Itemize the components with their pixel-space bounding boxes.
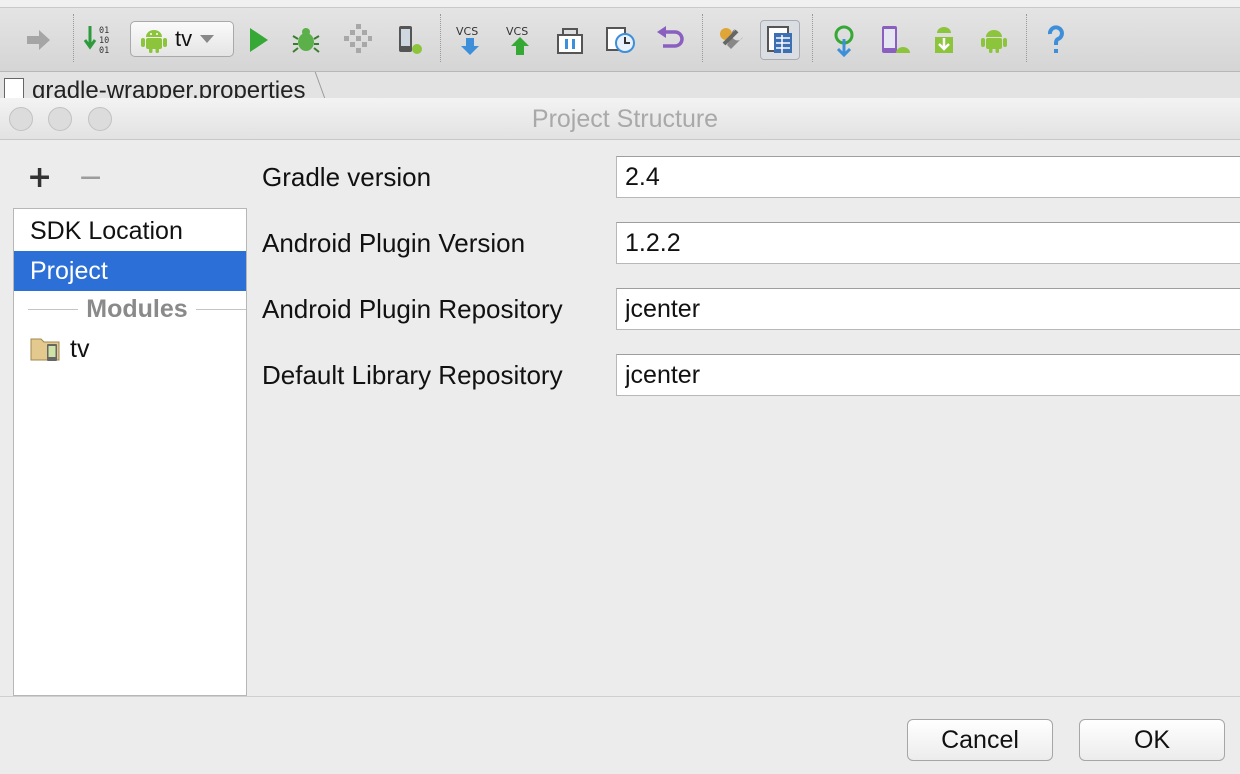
- editor-tab-label: gradle-wrapper.properties: [32, 77, 306, 98]
- svg-text:10: 10: [99, 36, 109, 46]
- toolbar-top-strip: [0, 0, 1240, 8]
- cancel-button[interactable]: Cancel: [907, 719, 1053, 761]
- history-clock-icon: [606, 27, 635, 53]
- default-library-repository-label: Default Library Repository: [262, 360, 563, 390]
- android-monitor-button[interactable]: [388, 20, 428, 60]
- avd-manager-button[interactable]: [874, 20, 914, 60]
- svg-text:VCS: VCS: [506, 25, 528, 38]
- gradle-version-label: Gradle version: [262, 162, 432, 192]
- module-label: tv: [70, 334, 90, 363]
- divider: [195, 308, 246, 310]
- toolbar-separator: [73, 14, 74, 62]
- gradle-version-field[interactable]: [616, 156, 1240, 198]
- device-icon: [399, 26, 422, 54]
- android-icon: [981, 30, 1007, 53]
- vcs-update-icon: VCS: [456, 25, 479, 55]
- module-item-tv[interactable]: tv: [30, 329, 89, 369]
- undo-arrow-icon: [657, 26, 684, 48]
- svg-text:01: 01: [99, 26, 109, 36]
- vcs-commit-button[interactable]: VCS: [500, 20, 540, 60]
- default-library-repository-field[interactable]: [616, 354, 1240, 396]
- wrench-icon: [720, 28, 743, 49]
- attach-debugger-button[interactable]: [336, 20, 376, 60]
- editor-tab-strip: gradle-wrapper.properties: [0, 72, 1240, 98]
- android-icon: [141, 30, 167, 53]
- binary-sync-button[interactable]: 01 10 01: [80, 20, 120, 60]
- help-button[interactable]: [1036, 20, 1076, 60]
- run-button[interactable]: [238, 20, 278, 60]
- settings-button[interactable]: [712, 20, 752, 60]
- run-play-icon: [250, 28, 268, 52]
- modules-section-header: Modules: [14, 291, 246, 327]
- android-plugin-version-field[interactable]: [616, 222, 1240, 264]
- gradle-sync-icon: [834, 25, 854, 57]
- editor-tab-gradle-wrapper[interactable]: gradle-wrapper.properties: [0, 72, 331, 98]
- android-plugin-repository-label: Android Plugin Repository: [262, 294, 563, 324]
- toolbar-separator: [1026, 14, 1027, 62]
- tab-edge: [302, 72, 331, 98]
- question-mark-icon: [1048, 25, 1064, 53]
- project-structure-button[interactable]: [760, 20, 800, 60]
- debug-button[interactable]: [286, 20, 326, 60]
- forward-button[interactable]: [18, 20, 58, 60]
- remove-module-button[interactable]: −: [78, 160, 103, 196]
- android-plugin-repository-field[interactable]: [616, 288, 1240, 330]
- binary-down-arrow-icon: 01 10 01: [83, 26, 109, 56]
- vcs-commit-icon: VCS: [506, 25, 529, 55]
- sdk-manager-button[interactable]: [924, 20, 964, 60]
- dialog-title: Project Structure: [531, 105, 719, 133]
- avd-device-icon: [882, 26, 910, 53]
- ide-toolbar: 01 10 01 tv VCS VCS: [0, 0, 1240, 72]
- toolbar-separator: [812, 14, 813, 62]
- chevron-down-icon: [200, 35, 215, 43]
- toolbar-separator: [702, 14, 703, 62]
- revert-button[interactable]: [650, 20, 690, 60]
- divider: [28, 308, 79, 310]
- module-folder-icon: [30, 338, 60, 361]
- project-structure-dialog: Project Structure + − SDK Location Proje…: [0, 98, 1240, 774]
- android-device-monitor-button[interactable]: [974, 20, 1014, 60]
- project-structure-icon: [767, 26, 792, 53]
- settings-category-list: SDK Location Project Modules tv: [13, 208, 247, 696]
- vcs-update-button[interactable]: VCS: [450, 20, 490, 60]
- dialog-button-bar: Cancel OK: [0, 696, 1240, 774]
- vcs-compare-icon: [557, 28, 583, 54]
- ok-button[interactable]: OK: [1079, 719, 1225, 761]
- sync-gradle-button[interactable]: [824, 20, 864, 60]
- add-module-button[interactable]: +: [27, 160, 52, 196]
- modules-header-label: Modules: [86, 294, 188, 323]
- vcs-history-button[interactable]: [600, 20, 640, 60]
- file-icon: [4, 78, 24, 98]
- grid-pattern-icon: [344, 24, 372, 53]
- sdk-download-icon: [935, 27, 953, 53]
- debug-bug-icon: [292, 28, 320, 53]
- run-configuration-label: tv: [175, 26, 193, 51]
- run-configuration-dropdown[interactable]: tv: [130, 21, 234, 57]
- toolbar-separator: [440, 14, 441, 62]
- side-item-project[interactable]: Project: [14, 251, 246, 291]
- android-plugin-version-label: Android Plugin Version: [262, 228, 526, 258]
- vcs-compare-button[interactable]: [550, 20, 590, 60]
- side-item-sdk-location[interactable]: SDK Location: [14, 211, 246, 251]
- svg-text:01: 01: [99, 46, 109, 56]
- project-settings-panel: Gradle version Android Plugin Version An…: [248, 140, 1240, 696]
- forward-arrow-icon: [27, 30, 50, 50]
- dialog-titlebar: Project Structure: [0, 98, 1240, 140]
- svg-text:VCS: VCS: [456, 25, 478, 38]
